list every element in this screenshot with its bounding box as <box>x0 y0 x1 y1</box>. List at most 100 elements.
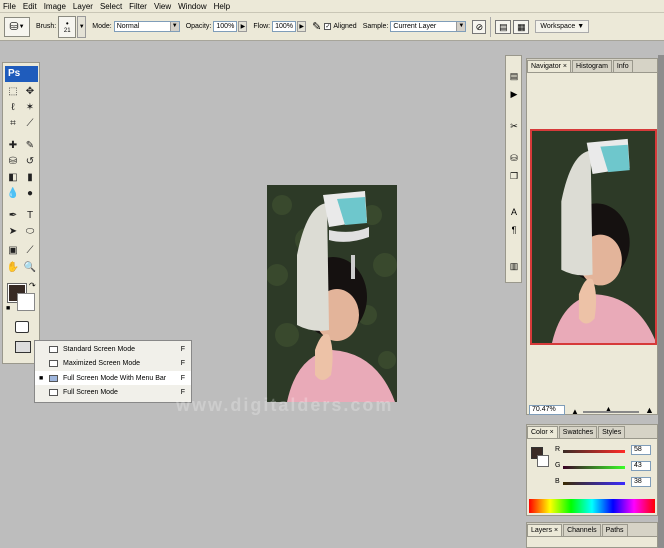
zoom-tool-icon[interactable]: 🔍 <box>23 261 37 275</box>
tab-info[interactable]: Info <box>612 60 633 72</box>
tab-channels[interactable]: Channels <box>563 524 601 536</box>
zoom-in-icon[interactable]: ▲ <box>645 405 654 415</box>
flow-slider-button[interactable]: ▶ <box>297 21 307 32</box>
clone-stamp-icon[interactable]: ⛁ <box>6 155 20 169</box>
g-slider[interactable] <box>563 466 625 469</box>
toggle-brushes-palette-icon[interactable]: ▦ <box>513 19 530 34</box>
swap-colors-icon[interactable]: ↷ <box>29 281 36 290</box>
zoom-out-icon[interactable]: ▲ <box>571 407 579 416</box>
eraser-tool-icon[interactable]: ◧ <box>6 171 20 185</box>
tab-layers[interactable]: Layers × <box>527 524 563 536</box>
tab-navigator[interactable]: Navigator × <box>527 60 572 72</box>
panel-scrollbar[interactable] <box>658 55 664 548</box>
tool-preset-picker[interactable]: ⛁ ▼ <box>4 16 30 37</box>
navigator-tabs: Navigator × Histogram Info <box>527 59 657 73</box>
watermark-text: www.digitalders.com <box>176 395 394 415</box>
color-background-swatch[interactable] <box>537 455 549 467</box>
gradient-tool-icon[interactable]: ▮ <box>23 171 37 185</box>
chevron-down-icon: ▼ <box>456 22 466 31</box>
eyedropper-icon[interactable]: ⟋ <box>23 244 37 258</box>
aligned-label: Aligned <box>333 23 357 30</box>
check-icon: ✓ <box>324 23 332 30</box>
menu-image[interactable]: Image <box>44 2 66 11</box>
actions-panel-icon[interactable]: ▶ <box>508 88 520 100</box>
r-label: R <box>555 446 561 453</box>
menu-view[interactable]: View <box>154 2 171 11</box>
menu-edit[interactable]: Edit <box>23 2 37 11</box>
notes-panel-icon[interactable]: ▥ <box>508 260 520 272</box>
menu-filter[interactable]: Filter <box>129 2 147 11</box>
brush-dropdown-arrow[interactable]: ▼ <box>77 15 87 38</box>
history-brush-icon[interactable]: ↺ <box>23 155 37 169</box>
canvas-photo <box>267 185 397 402</box>
aligned-checkbox[interactable]: ✓ Aligned <box>324 23 357 30</box>
background-color-swatch[interactable] <box>17 293 35 311</box>
palette-well-icon[interactable]: ▤ <box>495 19 512 34</box>
maximized-screen-icon <box>49 359 58 367</box>
sample-select[interactable]: Current Layer ▼ <box>390 21 467 32</box>
tool-presets-icon[interactable]: ✂ <box>508 120 520 132</box>
opacity-field[interactable]: 100% <box>213 21 238 32</box>
r-value-field[interactable]: 58 <box>631 445 651 455</box>
tab-swatches[interactable]: Swatches <box>558 426 598 438</box>
hand-tool-icon[interactable]: ✋ <box>6 261 20 275</box>
notes-tool-icon[interactable]: ▣ <box>6 244 20 258</box>
clone-source-icon[interactable]: ⛁ <box>508 152 520 164</box>
path-selection-icon[interactable]: ➤ <box>6 225 20 239</box>
ignore-adjustment-layers-icon[interactable]: ⊘ <box>472 19 487 34</box>
layer-comps-icon[interactable]: ❒ <box>508 170 520 182</box>
lasso-tool-icon[interactable]: ℓ <box>6 101 20 115</box>
dodge-tool-icon[interactable]: ● <box>23 187 37 201</box>
flow-field[interactable]: 100% <box>272 21 297 32</box>
workspace-button[interactable]: Workspace ▼ <box>535 20 590 33</box>
document-canvas[interactable] <box>267 185 397 402</box>
healing-brush-icon[interactable]: ✚ <box>6 139 20 153</box>
menu-item-maximized-screen-mode[interactable]: Maximized Screen Mode F <box>35 356 191 370</box>
navigator-preview[interactable] <box>530 129 657 345</box>
default-colors-icon[interactable]: ■ <box>6 305 10 312</box>
menu-item-full-screen-mode[interactable]: Full Screen Mode F <box>35 385 191 399</box>
menu-file[interactable]: File <box>3 2 16 11</box>
type-tool-icon[interactable]: T <box>23 209 37 223</box>
zoom-slider-thumb[interactable]: ▲ <box>605 406 612 413</box>
color-tabs: Color × Swatches Styles <box>527 425 657 439</box>
quick-mask-icon[interactable] <box>15 321 29 333</box>
character-panel-icon[interactable]: A <box>508 206 520 218</box>
menu-layer[interactable]: Layer <box>73 2 93 11</box>
color-ramp[interactable] <box>529 499 655 513</box>
marquee-tool-icon[interactable]: ⬚ <box>6 85 20 99</box>
magic-wand-icon[interactable]: ✶ <box>23 101 37 115</box>
pen-tool-icon[interactable]: ✒ <box>6 209 20 223</box>
b-slider[interactable] <box>563 482 625 485</box>
mode-select[interactable]: Normal ▼ <box>113 21 180 32</box>
menu-select[interactable]: Select <box>100 2 122 11</box>
r-slider[interactable] <box>563 450 625 453</box>
tab-color[interactable]: Color × <box>527 426 558 438</box>
menu-item-standard-screen-mode[interactable]: Standard Screen Mode F <box>35 342 191 356</box>
opacity-slider-button[interactable]: ▶ <box>238 21 248 32</box>
tab-paths[interactable]: Paths <box>601 524 628 536</box>
standard-screen-icon <box>49 345 58 353</box>
paragraph-panel-icon[interactable]: ¶ <box>508 224 520 236</box>
brush-tool-icon[interactable]: ✎ <box>23 139 37 153</box>
menu-window[interactable]: Window <box>178 2 206 11</box>
shape-tool-icon[interactable]: ⬭ <box>23 225 37 239</box>
zoom-field[interactable]: 70.47% <box>529 405 565 415</box>
screen-mode-icon[interactable] <box>15 341 31 353</box>
b-value-field[interactable]: 38 <box>631 477 651 487</box>
brushes-panel-icon[interactable]: ▤ <box>508 70 520 82</box>
menu-item-label: Full Screen Mode With Menu Bar <box>63 374 167 382</box>
airbrush-icon[interactable]: ✎ <box>312 20 321 33</box>
crop-tool-icon[interactable]: ⌗ <box>6 117 20 131</box>
sample-label: Sample: <box>362 23 389 30</box>
slice-tool-icon[interactable]: ⟋ <box>23 117 37 131</box>
tab-histogram[interactable]: Histogram <box>572 60 612 72</box>
move-tool-icon[interactable]: ✥ <box>23 85 37 99</box>
g-value-field[interactable]: 43 <box>631 461 651 471</box>
menu-help[interactable]: Help <box>214 2 230 11</box>
brush-picker[interactable]: • 21 <box>58 15 77 38</box>
blur-tool-icon[interactable]: 💧 <box>6 187 20 201</box>
mode-label: Mode: <box>92 23 112 30</box>
menu-item-full-screen-with-menu-bar[interactable]: ■ Full Screen Mode With Menu Bar F <box>35 371 191 385</box>
tab-styles[interactable]: Styles <box>598 426 626 438</box>
